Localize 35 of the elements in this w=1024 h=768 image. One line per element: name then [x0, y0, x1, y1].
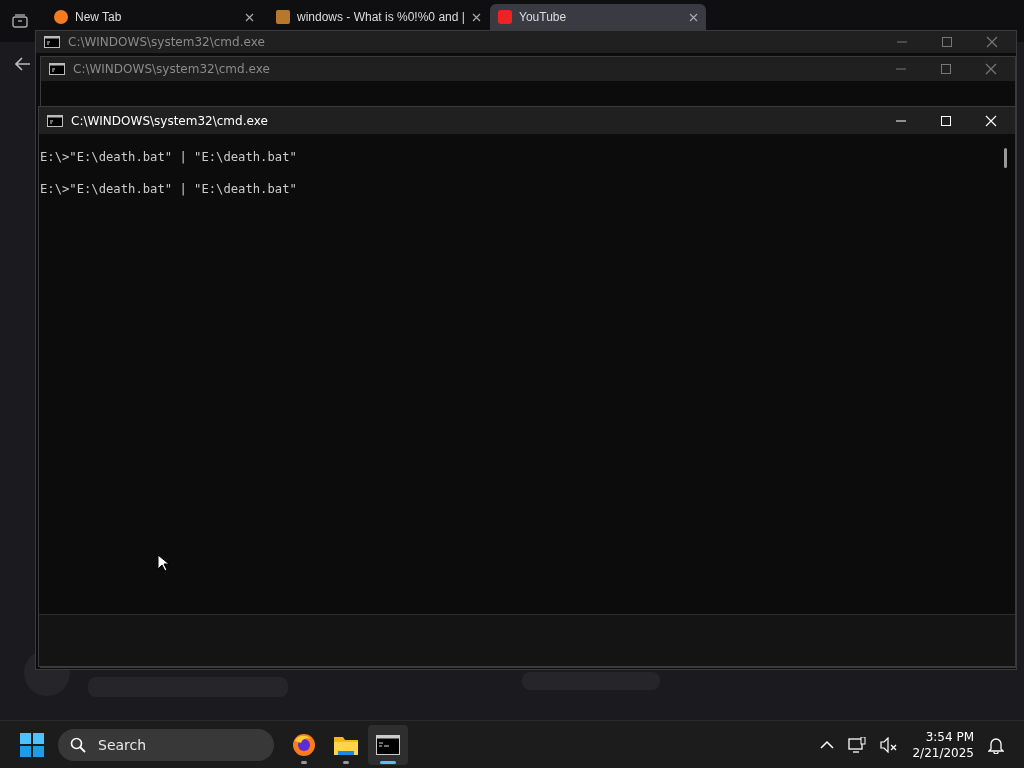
console-line: E:\>"E:\death.bat" | "E:\death.bat" [40, 150, 297, 166]
chevron-up-icon[interactable] [820, 739, 835, 750]
time-text: 3:54 PM [925, 728, 974, 745]
window-title: C:\WINDOWS\system32\cmd.exe [71, 113, 269, 128]
bell-icon[interactable] [988, 735, 1004, 754]
search-bar[interactable]: Search [58, 728, 274, 761]
network-icon[interactable] [848, 736, 867, 753]
console-icon [44, 36, 60, 48]
date-text: 2/21/2025 [912, 744, 974, 761]
search-icon [70, 736, 86, 753]
console-icon [47, 114, 63, 127]
console-line: E:\>"E:\death.bat" | "E:\death.bat" [40, 182, 297, 198]
muted-speaker-icon[interactable] [880, 736, 899, 753]
tab-title: New Tab [75, 10, 123, 24]
tab-title: windows - What is %0!%0 and | [297, 10, 465, 24]
taskbar-app[interactable] [368, 724, 408, 765]
window-title: C:\WINDOWS\system32\cmd.exe [68, 35, 266, 49]
browser-tab[interactable]: YouTube [490, 4, 706, 30]
firefox-icon [292, 732, 316, 757]
browser-tab[interactable]: windows - What is %0!%0 and | [268, 4, 484, 30]
horizontal-scrollbar[interactable] [39, 614, 1015, 666]
start-icon[interactable] [20, 732, 44, 757]
console-icon [49, 63, 65, 75]
back-arrow-icon[interactable] [15, 57, 31, 71]
clock[interactable]: 3:54 PM 2/21/2025 [912, 728, 974, 761]
tab-list-icon[interactable] [12, 14, 28, 28]
mouse-pointer-icon [157, 554, 169, 572]
window-title: C:\WINDOWS\system32\cmd.exe [73, 62, 271, 76]
console-icon [376, 734, 400, 755]
tab-title: YouTube [519, 10, 568, 24]
browser-tab[interactable]: New Tab [46, 4, 262, 30]
scrollbar-thumb[interactable] [1004, 148, 1007, 168]
close-icon[interactable] [471, 12, 481, 22]
close-icon[interactable] [245, 12, 254, 22]
search-input[interactable]: Search [96, 735, 250, 754]
